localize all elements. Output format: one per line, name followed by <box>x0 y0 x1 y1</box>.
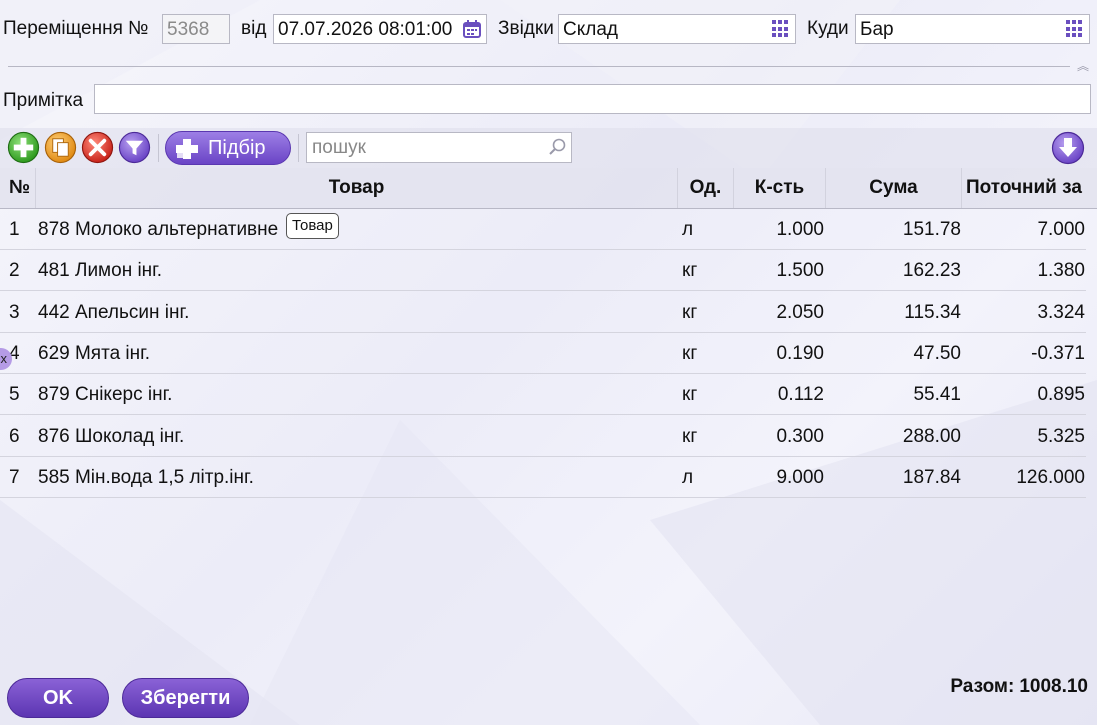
table-row[interactable]: 3 442 Апельсин інг. кг 2.050 115.34 3.324 <box>0 292 1086 333</box>
cell-unit: кг <box>682 301 698 323</box>
cell-current-stock: 1.380 <box>1037 260 1085 282</box>
table-row[interactable]: 5 879 Снікерс інг. кг 0.112 55.41 0.895 <box>0 374 1086 416</box>
cell-item: 481 Лимон інг. <box>38 260 163 282</box>
pick-button[interactable]: Підбір <box>165 131 291 165</box>
column-header-unit[interactable]: Од. <box>678 168 734 208</box>
cell-number: 2 <box>9 260 20 282</box>
column-header-item[interactable]: Товар <box>36 168 678 208</box>
toolbar-separator <box>298 134 299 162</box>
column-header-current-stock[interactable]: Поточний за <box>962 168 1097 208</box>
copy-icon[interactable] <box>44 131 77 164</box>
cell-item: 585 Мін.вода 1,5 літр.інг. <box>38 466 254 488</box>
from-value: Склад <box>563 19 618 40</box>
cell-sum: 162.23 <box>902 260 961 282</box>
column-header-number[interactable]: № <box>0 168 36 208</box>
cell-quantity: 0.112 <box>777 384 824 406</box>
to-value: Бар <box>860 19 894 40</box>
cell-current-stock: 7.000 <box>1037 219 1085 240</box>
toolbar-separator <box>158 134 159 162</box>
cell-quantity: 0.300 <box>776 425 824 447</box>
calendar-icon[interactable] <box>462 19 482 39</box>
from-label: Звідки <box>498 18 554 39</box>
tooltip: Товар <box>286 213 339 239</box>
cell-number: 1 <box>9 219 20 240</box>
cell-item: 629 Мята інг. <box>38 342 151 364</box>
doc-number-label: Переміщення № <box>3 18 149 39</box>
cell-sum: 115.34 <box>904 301 961 323</box>
cell-item: 878 Молоко альтернативне <box>38 219 279 240</box>
date-label: від <box>241 18 267 39</box>
column-header-quantity[interactable]: К-сть <box>734 168 826 208</box>
cell-item: 876 Шоколад інг. <box>38 425 185 447</box>
cell-sum: 288.00 <box>902 425 961 447</box>
cell-current-stock: -0.371 <box>1031 342 1085 364</box>
table-row[interactable]: 4 629 Мята інг. кг 0.190 47.50 -0.371 <box>0 333 1086 374</box>
grid-select-icon[interactable] <box>772 20 790 38</box>
table-row[interactable]: 2 481 Лимон інг. кг 1.500 162.23 1.380 <box>0 250 1086 292</box>
cell-quantity: 0.190 <box>776 342 824 364</box>
add-icon[interactable] <box>7 131 40 164</box>
search-icon[interactable] <box>547 137 567 157</box>
cell-number: 3 <box>9 301 20 323</box>
save-button[interactable]: Зберегти <box>122 678 249 718</box>
cell-unit: кг <box>682 384 698 406</box>
total-value: 1008.10 <box>1019 676 1088 697</box>
note-input[interactable] <box>94 84 1091 114</box>
cell-item: 442 Апельсин інг. <box>38 301 190 323</box>
from-warehouse-field[interactable]: Склад <box>558 14 796 44</box>
search-placeholder: пошук <box>312 137 366 158</box>
ok-button[interactable]: OK <box>7 678 109 718</box>
note-label: Примітка <box>3 90 84 111</box>
cell-quantity: 1.500 <box>776 260 824 282</box>
table-toolbar: Підбір пошук <box>0 128 1097 168</box>
cell-item: 879 Снікерс інг. <box>38 384 173 406</box>
table-row[interactable]: 1 878 Молоко альтернативне л 1.000 151.78 7.0… <box>0 209 1086 250</box>
cell-unit: кг <box>682 342 698 364</box>
cell-current-stock: 5.325 <box>1037 425 1085 447</box>
cell-quantity: 9.000 <box>776 466 824 488</box>
cell-current-stock: 3.324 <box>1037 301 1085 323</box>
to-label: Куди <box>807 18 849 39</box>
filter-icon[interactable] <box>118 131 151 164</box>
add-multiple-icon <box>176 139 198 159</box>
cell-sum: 151.78 <box>902 219 961 240</box>
table-header: № Товар Од. К-сть Сума Поточний за <box>0 168 1097 209</box>
table-row[interactable]: 6 876 Шоколад інг. кг 0.300 288.00 5.325 <box>0 416 1086 457</box>
cell-number: 7 <box>9 466 20 488</box>
cell-unit: л <box>682 466 694 488</box>
cell-current-stock: 0.895 <box>1037 384 1085 406</box>
cell-sum: 55.41 <box>913 384 961 406</box>
date-field[interactable]: 07.07.2026 08:01:00 <box>273 14 487 44</box>
doc-number-field: 5368 <box>162 14 230 44</box>
search-input[interactable]: пошук <box>306 132 572 163</box>
grid-select-icon[interactable] <box>1066 20 1084 38</box>
cell-number: 5 <box>9 384 20 406</box>
arrow-down-icon[interactable] <box>1051 131 1085 165</box>
collapse-up-icon[interactable]: ︽ <box>1075 58 1091 74</box>
cell-sum: 187.84 <box>902 466 961 488</box>
delete-icon[interactable] <box>81 131 114 164</box>
cell-sum: 47.50 <box>913 342 961 364</box>
cell-unit: л <box>682 219 694 240</box>
document-header: Переміщення № 5368 від 07.07.2026 08:01:… <box>0 14 1097 44</box>
date-value: 07.07.2026 08:01:00 <box>278 19 453 40</box>
table-row[interactable]: 7 585 Мін.вода 1,5 літр.інг. л 9.000 187.84 1… <box>0 457 1086 498</box>
cell-unit: кг <box>682 425 698 447</box>
total: Разом: 1008.10 <box>950 676 1088 698</box>
header-divider <box>8 66 1070 67</box>
cell-quantity: 1.000 <box>776 219 824 240</box>
cell-current-stock: 126.000 <box>1016 466 1085 488</box>
column-header-sum[interactable]: Сума <box>826 168 962 208</box>
cell-quantity: 2.050 <box>776 301 824 323</box>
pick-button-label: Підбір <box>208 137 266 159</box>
total-label: Разом: <box>950 676 1015 697</box>
cell-unit: кг <box>682 260 698 282</box>
to-warehouse-field[interactable]: Бар <box>855 14 1090 44</box>
cell-number: 6 <box>9 425 20 447</box>
